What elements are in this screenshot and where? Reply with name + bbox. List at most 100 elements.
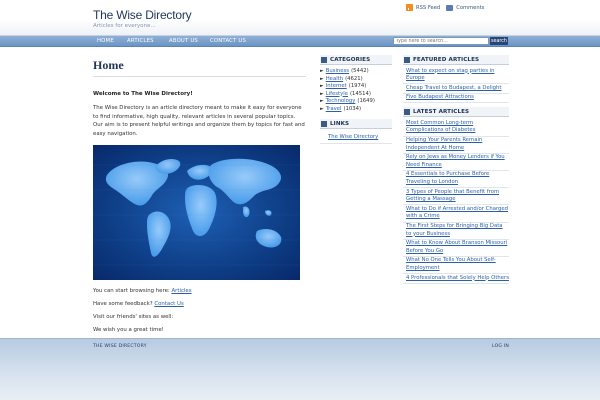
rss-feed-link[interactable]: RSS Feed	[406, 4, 440, 11]
latest-article-link[interactable]: 4 Professionals that Solely Help Others	[406, 275, 509, 281]
featured-list: What to expect on stag parties in Europe…	[403, 67, 509, 104]
category-link-internet[interactable]: Internet	[326, 83, 347, 91]
arrow-right-icon: ►	[320, 99, 324, 104]
latest-list: Most Common Long-term Complications of D…	[403, 119, 509, 284]
site-header: The Wise Directory Articles for everyone…	[0, 0, 600, 36]
list-item: The First Steps for Bringing Big Data to…	[403, 223, 509, 240]
search-button[interactable]: search	[490, 37, 508, 45]
category-count: (4621)	[345, 75, 363, 82]
featured-article-link[interactable]: Cheap Travel to Budapest, a Delight	[406, 85, 501, 91]
comments-feed-label: Comments	[456, 4, 485, 11]
category-link-lifestyle[interactable]: Lifestyle	[326, 91, 348, 99]
nav-articles[interactable]: ARTICLES	[127, 38, 154, 44]
featured-title: FEATURED ARTICLES	[413, 56, 480, 63]
latest-article-link[interactable]: What to Know About Branson Missouri Befo…	[406, 240, 507, 254]
category-link-business[interactable]: Business	[326, 68, 349, 76]
list-item: What to expect on stag parties in Europe	[403, 67, 509, 85]
comments-feed-link[interactable]: Comments	[446, 4, 485, 11]
login-link[interactable]: LOG IN	[492, 344, 509, 349]
links-title: LINKS	[330, 120, 350, 127]
category-list: ► Business (5442) ► Health (4621) ► Internet(…	[320, 68, 392, 113]
category-count: (1034)	[343, 105, 362, 112]
category-link-health[interactable]: Health	[326, 76, 343, 84]
featured-article-link[interactable]: Five Budapest Attractions	[406, 94, 474, 100]
arrow-right-icon: ►	[320, 69, 324, 74]
list-item: Cheap Travel to Budapest, a Delight	[403, 84, 509, 94]
category-count: (1974)	[348, 83, 367, 89]
articles-sidebar: FEATURED ARTICLES What to expect on stag…	[403, 55, 509, 284]
nav-about-us[interactable]: ABOUT US	[169, 38, 198, 44]
list-item: What No One Tells You About Self-Employm…	[403, 257, 509, 275]
category-count: (5442)	[351, 68, 369, 74]
category-item: ► Lifestyle (14514)	[320, 91, 392, 99]
square-bullet-icon	[321, 120, 327, 127]
latest-article-link[interactable]: Most Common Long-term Complications of D…	[406, 120, 475, 134]
category-item: ► Travel (1034)	[320, 106, 392, 114]
welcome-heading: Welcome to The Wise Directory!	[93, 91, 193, 97]
list-item: What to Do if Arrested and/or Charged wi…	[403, 205, 509, 223]
category-item: ► Health (4621)	[320, 76, 392, 84]
category-item: ► Technology (1649)	[320, 98, 392, 106]
site-title[interactable]: The Wise Directory	[93, 8, 192, 22]
list-item: 4 Essentials to Purchase Before Travelin…	[403, 171, 509, 189]
friends-line: Visit our friends' sites as well:	[93, 314, 174, 320]
category-item: ► Internet (1974)	[320, 83, 392, 91]
arrow-right-icon: ►	[320, 76, 324, 82]
page-title: Home	[93, 58, 306, 77]
list-item: 3 Types of People that Benefit from Gett…	[403, 188, 509, 206]
square-bullet-icon	[321, 56, 327, 63]
square-bullet-icon	[404, 56, 410, 63]
list-item: What to Know About Branson Missouri Befo…	[403, 240, 509, 257]
latest-article-link[interactable]: 4 Essentials to Purchase Before Travelin…	[406, 171, 489, 185]
category-link-technology[interactable]: Technology	[326, 98, 356, 106]
link-the-wise-directory[interactable]: The Wise Directory	[320, 134, 392, 144]
feedback-prefix: Have some feedback?	[93, 301, 155, 307]
site-tagline: Articles for everyone...	[93, 23, 156, 29]
list-item: Rely on Jews as Money Lenders if You Nee…	[403, 154, 509, 171]
contact-us-link[interactable]: Contact Us	[154, 301, 183, 307]
latest-header: LATEST ARTICLES	[403, 107, 509, 118]
main-nav: HOME ARTICLES ABOUT US CONTACT US search	[0, 36, 600, 47]
links-section: LINKS The Wise Directory	[320, 119, 392, 144]
categories-title: CATEGORIES	[330, 56, 371, 63]
arrow-right-icon: ►	[320, 106, 324, 112]
latest-title: LATEST ARTICLES	[413, 108, 470, 115]
search-input[interactable]	[393, 37, 489, 45]
latest-article-link[interactable]: What No One Tells You About Self-Employm…	[406, 257, 496, 271]
square-bullet-icon	[404, 108, 410, 115]
list-item: Most Common Long-term Complications of D…	[403, 119, 509, 137]
world-map-image	[93, 145, 300, 280]
list-item: Helping Your Parents Remain Independent …	[403, 137, 509, 154]
latest-article-link[interactable]: 3 Types of People that Benefit from Gett…	[406, 189, 499, 203]
categories-header: CATEGORIES	[320, 55, 392, 65]
site-footer: THE WISE DIRECTORY LOG IN	[0, 338, 600, 400]
rss-feed-label: RSS Feed	[416, 4, 441, 11]
latest-article-link[interactable]: Helping Your Parents Remain Independent …	[406, 137, 482, 151]
latest-article-link[interactable]: The First Steps for Bringing Big Data to…	[406, 223, 503, 237]
list-item: 4 Professionals that Solely Help Others	[403, 274, 509, 284]
wish-line: We wish you a great time!	[93, 327, 164, 333]
world-map-graphic	[93, 158, 300, 266]
main-content: Home Welcome to The Wise Directory! The …	[93, 58, 311, 333]
nav-contact-us[interactable]: CONTACT US	[210, 38, 246, 44]
browse-prefix: You can start browsing here:	[93, 288, 172, 294]
featured-header: FEATURED ARTICLES	[403, 55, 509, 65]
list-item: Five Budapest Attractions	[403, 94, 509, 104]
articles-link[interactable]: Articles	[171, 288, 191, 294]
links-header: LINKS	[320, 119, 392, 129]
arrow-right-icon: ►	[320, 84, 324, 89]
feed-links: RSS Feed Comments	[406, 4, 484, 11]
arrow-right-icon: ►	[320, 91, 324, 97]
featured-article-link[interactable]: What to expect on stag parties in Europe	[406, 68, 494, 82]
feedback-line: Have some feedback? Contact Us	[93, 301, 311, 307]
latest-section: LATEST ARTICLES Most Common Long-term Co…	[403, 107, 509, 284]
latest-article-link[interactable]: What to Do if Arrested and/or Charged wi…	[406, 206, 508, 220]
category-count: (14514)	[349, 90, 371, 97]
nav-home[interactable]: HOME	[97, 38, 114, 44]
category-item: ► Business (5442)	[320, 68, 392, 76]
category-link-travel[interactable]: Travel	[326, 106, 342, 114]
browse-line: You can start browsing here: Articles	[93, 288, 311, 294]
rss-icon	[406, 4, 413, 11]
latest-article-link[interactable]: Rely on Jews as Money Lenders if You Nee…	[406, 154, 505, 168]
comments-icon	[446, 4, 454, 11]
